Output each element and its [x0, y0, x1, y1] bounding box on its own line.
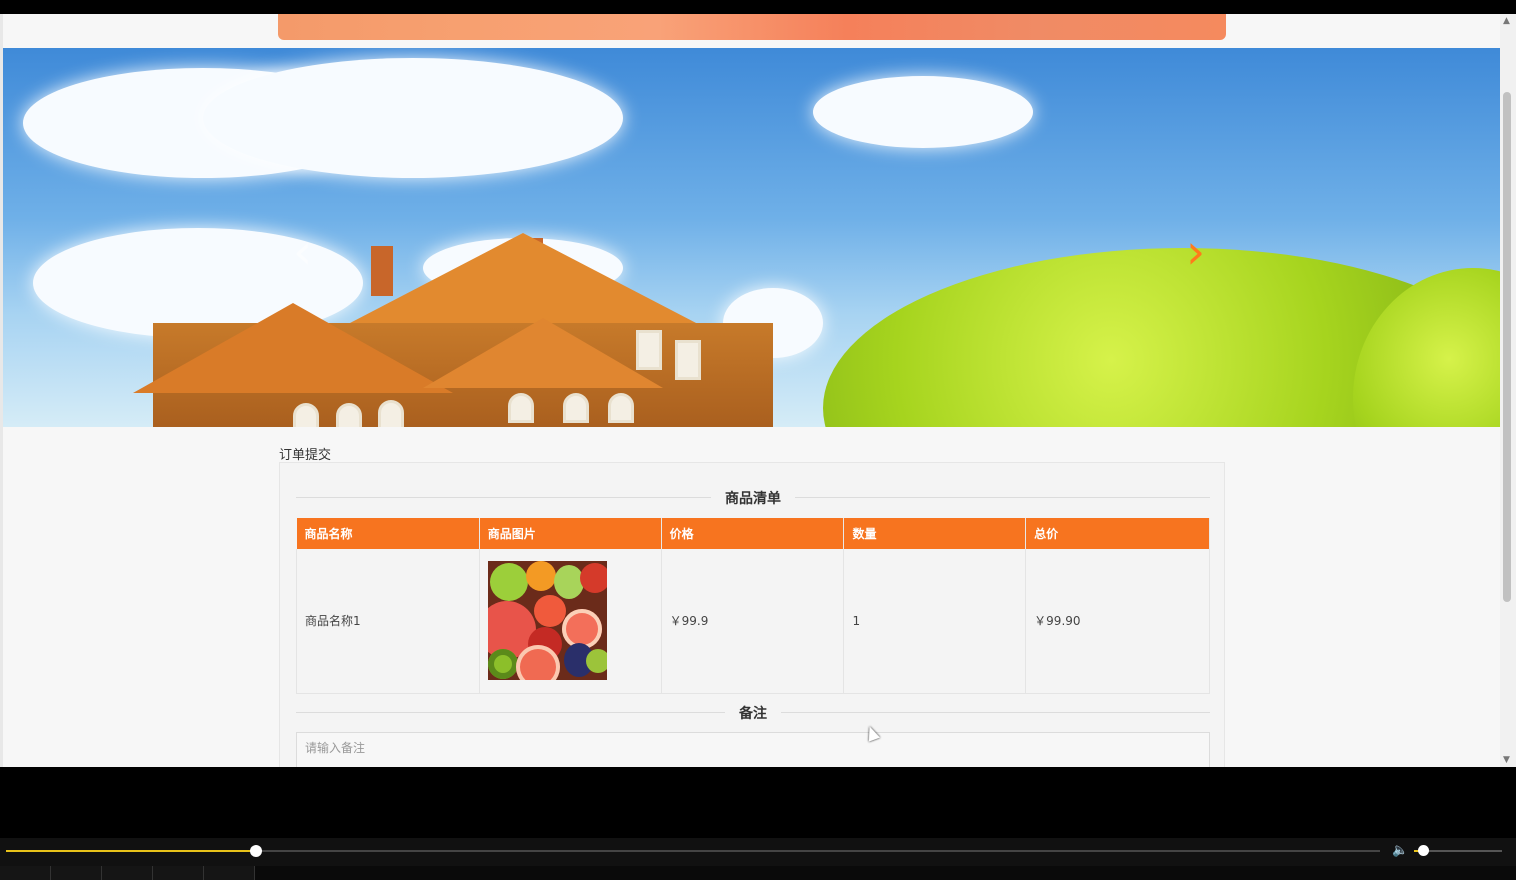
order-card: 商品清单 商品名称 商品图片 价格 数量 总价 商品名称1 ￥99.9 1 ￥9… [279, 462, 1225, 767]
column-header-total: 总价 [1025, 518, 1210, 549]
scroll-down-icon[interactable]: ▼ [1503, 755, 1510, 765]
page-title: 订单提交 [279, 448, 332, 463]
fruit [525, 561, 556, 592]
progress-track[interactable] [6, 845, 1380, 857]
cloud [203, 58, 623, 178]
player-button[interactable] [51, 866, 102, 880]
player-controls [0, 866, 1516, 880]
goods-divider: 商品清单 [296, 488, 1210, 508]
browser-viewport: ‹ › 订单提交 商品清单 商品名称 商品图片 价格 数量 总价 商品名称1 ￥… [0, 14, 1516, 767]
cloud [813, 76, 1033, 148]
remark-title: 备注 [725, 703, 781, 723]
player-button[interactable] [102, 866, 153, 880]
goods-table: 商品名称 商品图片 价格 数量 总价 商品名称1 ￥99.9 1 ￥99.90 [296, 518, 1210, 694]
column-header-price: 价格 [661, 518, 845, 549]
video-player-bar: 🔈 [0, 838, 1516, 866]
fruit [533, 595, 566, 628]
fruit [489, 563, 528, 602]
product-price: ￥99.9 [661, 549, 845, 694]
column-header-image: 商品图片 [479, 518, 662, 549]
column-header-name: 商品名称 [296, 518, 480, 549]
player-button[interactable] [204, 866, 255, 880]
scroll-thumb[interactable] [1503, 92, 1511, 602]
house-window [608, 393, 634, 423]
table-header-row: 商品名称 商品图片 价格 数量 总价 [296, 518, 1210, 549]
house-window [508, 393, 534, 423]
house-window [293, 403, 319, 427]
progress-fill [6, 850, 257, 852]
fruit [579, 563, 607, 594]
volume-knob[interactable] [1417, 845, 1429, 856]
house-window [675, 340, 701, 380]
remark-divider: 备注 [296, 703, 1210, 723]
volume-icon[interactable]: 🔈 [1392, 843, 1408, 858]
fruit [487, 649, 518, 680]
top-banner [278, 14, 1226, 40]
fruit [515, 645, 560, 681]
volume-slider[interactable] [1414, 845, 1502, 856]
remark-input[interactable] [296, 732, 1210, 767]
goods-list-title: 商品清单 [711, 488, 795, 508]
chevron-right-icon[interactable]: › [1186, 228, 1205, 276]
house-roof-side [423, 318, 663, 388]
progress-knob[interactable] [250, 845, 263, 857]
house-window [378, 400, 404, 427]
table-row: 商品名称1 ￥99.9 1 ￥99.90 [296, 549, 1210, 694]
product-name: 商品名称1 [296, 549, 480, 694]
chevron-left-icon[interactable]: ‹ [293, 228, 312, 276]
product-quantity: 1 [843, 549, 1027, 694]
player-button[interactable] [153, 866, 204, 880]
house-roof-front [133, 303, 453, 393]
vertical-scrollbar[interactable]: ▲ ▼ [1500, 14, 1516, 767]
banner-carousel[interactable]: ‹ › [3, 48, 1500, 427]
fruit [553, 565, 584, 600]
player-button[interactable] [0, 866, 51, 880]
house-window [336, 403, 362, 427]
house-window [636, 330, 662, 370]
house-window [563, 393, 589, 423]
fruit [585, 649, 607, 674]
column-header-quantity: 数量 [843, 518, 1027, 549]
product-image [487, 561, 607, 681]
scroll-up-icon[interactable]: ▲ [1503, 16, 1510, 26]
product-image-cell [479, 549, 662, 694]
product-total: ￥99.90 [1025, 549, 1210, 694]
